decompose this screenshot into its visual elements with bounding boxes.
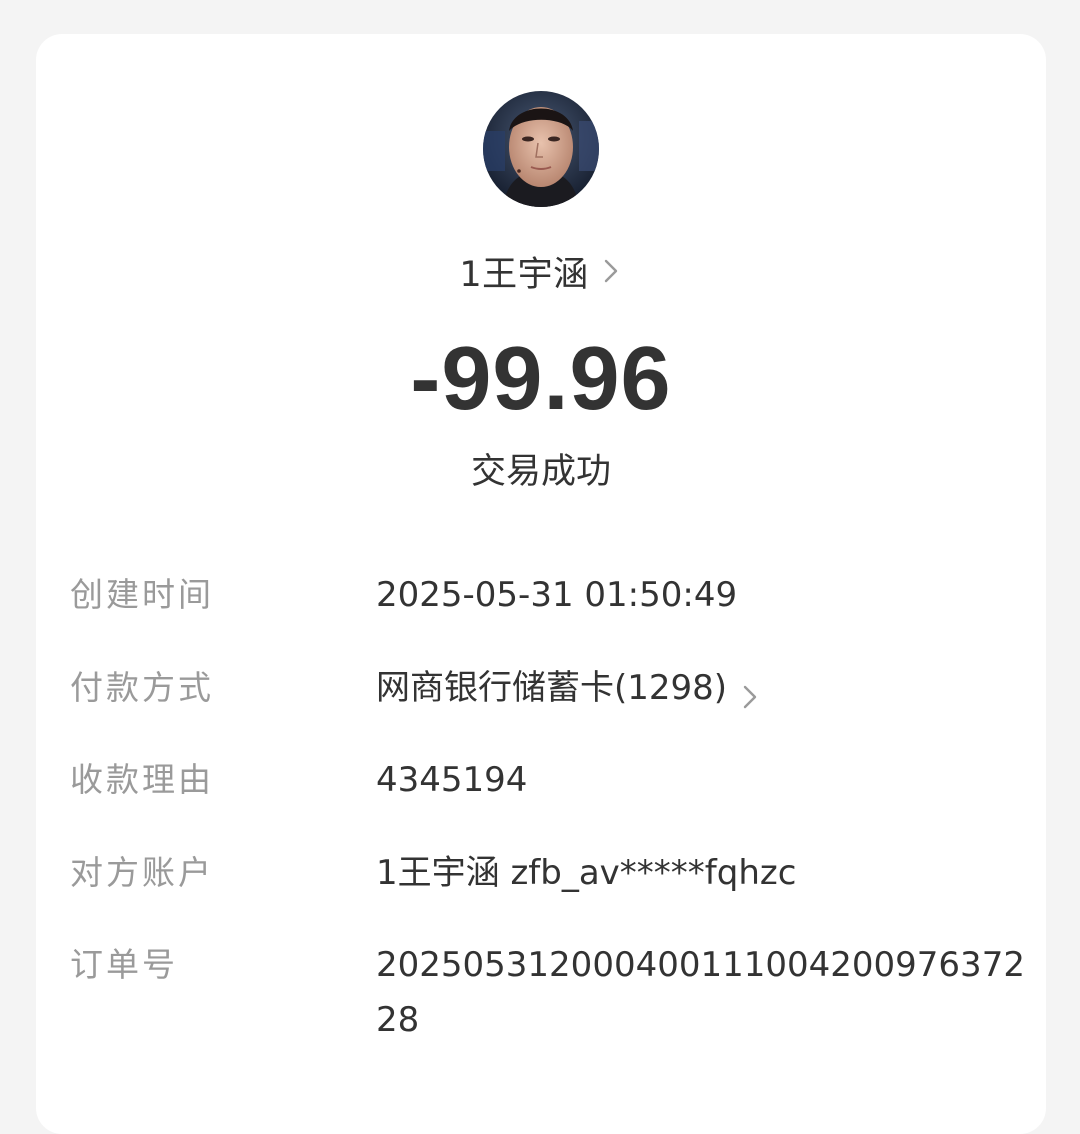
payment-method-link[interactable]: 网商银行储蓄卡(1298)	[376, 661, 1041, 716]
detail-label: 收款理由	[70, 760, 214, 799]
transaction-amount: -99.96	[410, 329, 672, 429]
transaction-detail-card: 1王宇涵 -99.96 交易成功 创建时间 2025-05-31 01:50:4…	[36, 34, 1046, 1134]
payee-name[interactable]: 1王宇涵	[459, 246, 588, 297]
avatar-image	[483, 91, 599, 207]
detail-value: 2025-05-31 01:50:49	[376, 575, 738, 615]
transaction-status: 交易成功	[470, 452, 611, 492]
order-number-value: 20250531200040011100420097637228	[376, 945, 1025, 1040]
detail-label: 订单号	[70, 945, 178, 984]
detail-value[interactable]: 网商银行储蓄卡(1298)	[376, 661, 727, 716]
detail-label: 付款方式	[70, 668, 214, 707]
detail-value: 4345194	[376, 760, 528, 800]
payee-row[interactable]: 1王宇涵	[36, 244, 1046, 298]
detail-label: 对方账户	[70, 853, 214, 892]
chevron-right-icon[interactable]	[739, 674, 761, 708]
chevron-right-icon[interactable]	[599, 256, 623, 286]
payee-avatar[interactable]	[483, 91, 599, 207]
detail-label: 创建时间	[70, 575, 214, 614]
detail-value: 1王宇涵 zfb_av*****fqhzc	[376, 853, 797, 893]
